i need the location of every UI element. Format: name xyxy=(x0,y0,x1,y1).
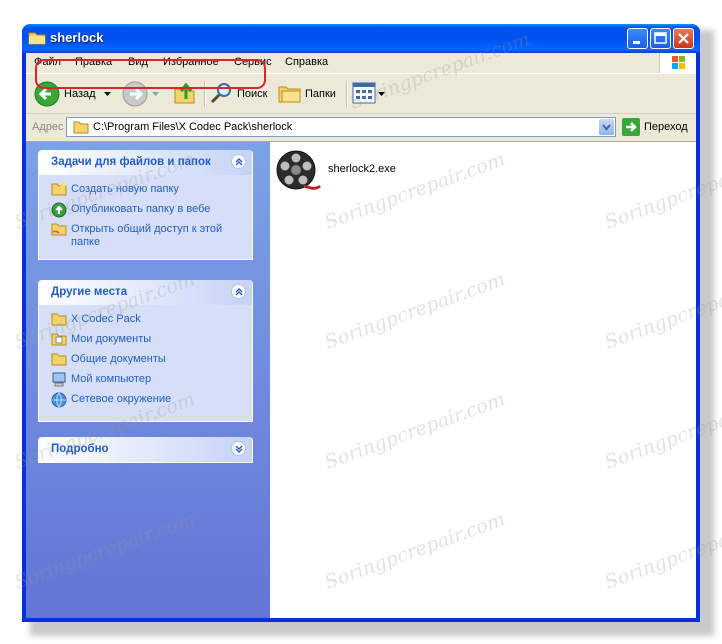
details-title: Подробно xyxy=(51,443,109,455)
place-my-computer[interactable]: Мой компьютер xyxy=(39,371,252,391)
collapse-icon[interactable] xyxy=(231,284,246,299)
new-folder-icon xyxy=(51,183,67,196)
place-label: Мои документы xyxy=(71,333,152,345)
go-label: Переход xyxy=(644,121,688,133)
my-documents-icon xyxy=(51,333,67,346)
place-label: Мой компьютер xyxy=(71,373,152,385)
file-tasks-title: Задачи для файлов и папок xyxy=(51,156,211,168)
place-shared-documents[interactable]: Общие документы xyxy=(39,351,252,371)
place-label: X Codec Pack xyxy=(71,313,141,325)
collapse-icon[interactable] xyxy=(231,154,246,169)
back-label: Назад xyxy=(64,88,96,100)
menu-file[interactable]: Файл xyxy=(34,56,61,68)
menu-help[interactable]: Справка xyxy=(285,56,328,68)
maximize-icon xyxy=(654,32,667,44)
minimize-icon xyxy=(633,41,640,44)
publish-web-icon xyxy=(51,202,67,218)
place-label: Сетевое окружение xyxy=(71,393,172,405)
views-icon xyxy=(352,82,376,104)
up-folder-button[interactable] xyxy=(174,79,198,109)
folders-button[interactable]: Папки xyxy=(278,79,342,109)
shared-documents-icon xyxy=(51,353,67,366)
address-bar: Адрес C:\Program Files\X Codec Pack\sher… xyxy=(26,115,696,139)
file-name: sherlock2.exe xyxy=(328,163,396,175)
address-dropdown-button[interactable] xyxy=(599,119,614,135)
back-button[interactable]: Назад xyxy=(34,79,114,109)
menu-bar: Файл Правка Вид Избранное Сервис Справка xyxy=(26,53,696,74)
expand-icon[interactable] xyxy=(231,441,246,456)
menu-favorites[interactable]: Избранное xyxy=(163,56,219,68)
folders-label: Папки xyxy=(305,88,336,100)
other-places-title: Другие места xyxy=(51,286,128,298)
task-label: Открыть общий доступ к этой папке xyxy=(71,223,223,248)
file-item[interactable]: sherlock2.exe xyxy=(274,148,414,198)
forward-button[interactable] xyxy=(122,79,162,109)
other-places-header[interactable]: Другие места xyxy=(39,280,252,305)
file-list: sherlock2.exe xyxy=(270,142,696,618)
window-title: sherlock xyxy=(50,30,104,45)
forward-arrow-icon xyxy=(122,81,148,107)
folder-icon xyxy=(51,313,67,326)
views-button[interactable] xyxy=(352,79,386,109)
up-folder-icon xyxy=(174,82,195,104)
network-icon xyxy=(51,392,67,408)
menu-view[interactable]: Вид xyxy=(128,56,148,68)
go-button[interactable]: Переход xyxy=(622,118,692,136)
go-arrow-icon xyxy=(622,118,640,136)
menu-tools[interactable]: Сервис xyxy=(234,56,272,68)
address-input[interactable]: C:\Program Files\X Codec Pack\sherlock xyxy=(66,117,616,137)
my-computer-icon xyxy=(52,372,66,387)
address-label: Адрес xyxy=(32,121,64,133)
task-label: Создать новую папку xyxy=(71,183,179,195)
task-new-folder[interactable]: Создать новую папку xyxy=(39,181,252,201)
explorer-window: sherlock Файл Правка Вид Избранное Серви… xyxy=(22,24,700,622)
film-reel-icon xyxy=(276,150,322,190)
file-tasks-header[interactable]: Задачи для файлов и папок xyxy=(39,150,252,175)
chevron-down-icon xyxy=(152,92,159,96)
chevron-down-icon xyxy=(378,92,385,96)
back-arrow-icon xyxy=(34,81,60,107)
details-group: Подробно xyxy=(38,437,253,463)
toolbar-separator xyxy=(346,81,348,107)
place-network[interactable]: Сетевое окружение xyxy=(39,391,252,411)
menu-edit[interactable]: Правка xyxy=(75,56,112,68)
title-bar[interactable]: sherlock xyxy=(22,24,700,53)
chevron-down-icon xyxy=(104,92,111,96)
close-button[interactable] xyxy=(673,28,694,49)
folders-icon xyxy=(278,86,301,103)
minimize-button[interactable] xyxy=(627,28,648,49)
address-value: C:\Program Files\X Codec Pack\sherlock xyxy=(93,121,293,133)
windows-logo-icon xyxy=(659,53,696,73)
search-button[interactable]: Поиск xyxy=(210,79,270,109)
details-header[interactable]: Подробно xyxy=(39,437,252,462)
search-icon xyxy=(210,83,231,104)
task-label: Опубликовать папку в вебе xyxy=(71,203,211,215)
maximize-button[interactable] xyxy=(650,28,671,49)
folder-icon xyxy=(28,30,46,49)
place-my-documents[interactable]: Мои документы xyxy=(39,331,252,351)
toolbar-separator xyxy=(204,81,206,107)
close-icon xyxy=(678,33,689,44)
client-area: Файл Правка Вид Избранное Сервис Справка… xyxy=(26,53,696,618)
place-label: Общие документы xyxy=(71,353,166,365)
task-pane: Задачи для файлов и папок Создать новую … xyxy=(26,142,270,618)
search-label: Поиск xyxy=(237,88,268,100)
place-x-codec-pack[interactable]: X Codec Pack xyxy=(39,311,252,331)
folder-icon xyxy=(73,121,89,134)
task-publish-web[interactable]: Опубликовать папку в вебе xyxy=(39,201,252,221)
task-share-folder[interactable]: Открыть общий доступ к этой папке xyxy=(39,221,252,251)
other-places-group: Другие места X Codec Pack Мои документы xyxy=(38,280,253,422)
file-tasks-group: Задачи для файлов и папок Создать новую … xyxy=(38,150,253,260)
chevron-down-icon xyxy=(602,124,611,131)
explorer-body: Задачи для файлов и папок Создать новую … xyxy=(26,141,696,618)
share-folder-icon xyxy=(51,223,67,236)
toolbar: Назад Поиск Папки xyxy=(26,75,696,114)
